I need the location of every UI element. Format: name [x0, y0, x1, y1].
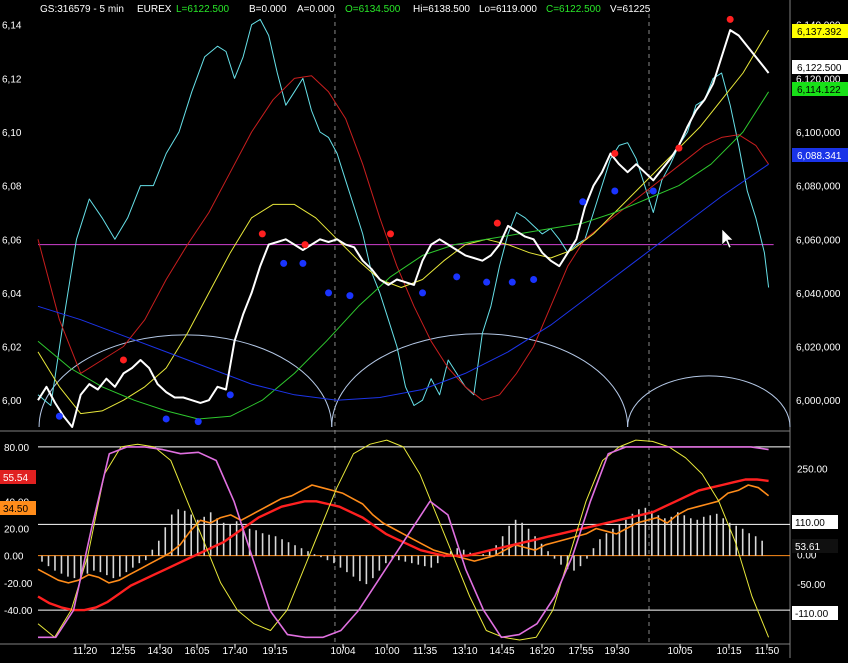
price-right-axis-label: 6,020,000 [796, 343, 841, 354]
time-axis-label: 10/04 [330, 646, 355, 657]
time-axis-label: 13:10 [452, 646, 477, 657]
price-label-text-0: 6,137.392 [797, 27, 842, 38]
chart-root: 6,146,126,106,086,066,046,026,006,140,00… [0, 0, 848, 658]
osc-label-text-2: 110.00 [795, 518, 825, 529]
time-axis-label: 19:30 [604, 646, 629, 657]
red-signal-dot-2 [301, 241, 309, 249]
blue-signal-dot-15 [649, 187, 657, 195]
price-y-tick-label: 6,00 [2, 396, 22, 407]
price-y-tick-label: 6,10 [2, 128, 22, 139]
time-axis-label: 10:15 [716, 646, 741, 657]
blue-signal-dot-11 [508, 278, 516, 286]
blue-signal-dot-7 [346, 292, 354, 300]
time-axis-label: 17:55 [568, 646, 593, 657]
header-last: L=6122.500 [176, 4, 230, 15]
blue-signal-dot-0 [55, 412, 63, 420]
osc-right-axis-label: 250.00 [797, 465, 828, 476]
osc-y-tick-label: -20.00 [4, 579, 33, 590]
price-right-axis-label: 6,060,000 [796, 235, 841, 246]
blue-signal-dot-8 [419, 289, 427, 297]
header-volume: V=61225 [610, 4, 651, 15]
price-y-tick-label: 6,08 [2, 182, 22, 193]
time-axis-label: 11:50 [755, 646, 780, 657]
time-axis-label: 19:15 [262, 646, 287, 657]
blue-signal-dot-5 [299, 259, 307, 267]
header-ask: A=0.000 [297, 4, 335, 15]
blue-signal-dot-12 [530, 276, 538, 283]
osc-y-tick-label: -40.00 [4, 606, 33, 617]
header-bid: B=0.000 [249, 4, 287, 15]
time-axis-label: 14:30 [147, 646, 172, 657]
time-axis-label: 11:20 [73, 646, 98, 657]
price-right-axis-label: 6,000,000 [796, 396, 841, 407]
chart-svg: 6,146,126,106,086,066,046,026,006,140,00… [0, 0, 848, 658]
price-right-axis-label: 6,100,000 [796, 128, 841, 139]
price-label-text-1: 6,122.500 [797, 63, 842, 74]
osc-label-text-3: 53.61 [795, 542, 820, 553]
header-close: C=6122.500 [546, 4, 601, 15]
time-axis-label: 10:00 [374, 646, 399, 657]
osc-y-tick-label: 0.00 [4, 552, 24, 563]
price-y-tick-label: 6,06 [2, 235, 22, 246]
blue-signal-dot-13 [579, 198, 587, 206]
time-axis-label: 10/05 [667, 646, 692, 657]
price-y-tick-label: 6,14 [2, 21, 22, 32]
time-axis-label: 12:55 [110, 646, 135, 657]
osc-label-text-0: 55.54 [3, 473, 28, 484]
blue-signal-dot-3 [226, 391, 234, 399]
osc-y-tick-label: 80.00 [4, 443, 29, 454]
header-symbol: GS:316579 - 5 min [40, 4, 124, 15]
price-label-text-2: 6,114.122 [797, 85, 841, 96]
time-axis-label: 16:05 [184, 646, 209, 657]
time-axis-label: 17:40 [222, 646, 247, 657]
red-signal-dot-1 [258, 230, 266, 238]
blue-signal-dot-14 [611, 187, 619, 195]
red-signal-dot-5 [611, 149, 619, 157]
red-signal-dot-4 [493, 219, 501, 227]
blue-signal-dot-6 [325, 289, 333, 297]
price-right-axis-label: 6,080,000 [796, 182, 841, 193]
blue-signal-dot-4 [280, 259, 288, 267]
header-exchange: EUREX [137, 4, 172, 15]
blue-signal-dot-10 [483, 278, 491, 286]
price-y-tick-label: 6,12 [2, 74, 22, 85]
osc-y-tick-label: 20.00 [4, 524, 29, 535]
red-signal-dot-0 [119, 356, 127, 364]
price-y-tick-label: 6,04 [2, 289, 22, 300]
red-signal-dot-6 [675, 144, 683, 152]
price-right-axis-label: 6,040,000 [796, 289, 841, 300]
blue-signal-dot-9 [453, 273, 461, 281]
blue-signal-dot-2 [194, 418, 202, 426]
osc-label-text-4: -110.00 [795, 609, 829, 620]
header-open: O=6134.500 [345, 4, 401, 15]
price-y-tick-label: 6,02 [2, 343, 22, 354]
time-axis-label: 16:20 [529, 646, 554, 657]
osc-label-text-1: 34.50 [3, 504, 28, 515]
header-high: Hi=6138.500 [413, 4, 470, 15]
red-signal-dot-3 [387, 230, 394, 238]
time-axis-label: 14:45 [489, 646, 514, 657]
red-signal-dot-7 [726, 15, 734, 23]
osc-right-axis-label: -50.00 [797, 580, 826, 591]
time-axis-label: 11:35 [413, 646, 438, 657]
blue-signal-dot-1 [162, 415, 170, 423]
price-label-text-3: 6,088.341 [797, 151, 842, 162]
header-low: Lo=6119.000 [479, 4, 537, 15]
